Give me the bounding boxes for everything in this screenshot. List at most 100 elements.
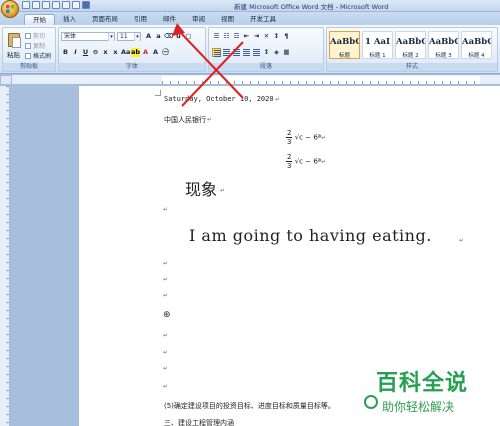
clipboard-group: 粘贴 剪切 复制 格式刷 剪贴板 <box>2 27 56 72</box>
underline-button[interactable]: U <box>81 48 90 57</box>
align-center-button[interactable] <box>222 48 231 57</box>
highlight-button[interactable]: ab <box>131 48 140 57</box>
ruler-toggle[interactable] <box>0 75 12 85</box>
char-border-icon[interactable]: ▢ <box>184 32 193 41</box>
watermark-logo-icon <box>364 395 378 409</box>
tab-view[interactable]: 视图 <box>213 14 242 25</box>
copy-icon <box>25 43 31 49</box>
watermark-subtitle: 助你轻松解决 <box>382 400 455 414</box>
paragraph-mark: ↵ <box>163 332 169 339</box>
paragraph-mark: ↵ <box>163 365 169 372</box>
office-logo-icon <box>6 5 14 13</box>
formula-1: 23 √c − 6ª↵ <box>286 129 327 146</box>
paste-button[interactable]: 粘贴 <box>7 49 20 59</box>
open-folder-icon[interactable] <box>52 1 60 9</box>
paragraph-mark: ↵ <box>163 206 169 213</box>
paste-icon[interactable] <box>8 33 21 48</box>
paragraph-mark: ↵ <box>163 349 169 356</box>
borders-button[interactable]: ▦ <box>282 48 291 57</box>
title-bar: 新建 Microsoft Office Word 文档 - Microsoft … <box>0 0 500 12</box>
decrease-indent-icon[interactable]: ⇤ <box>242 32 251 41</box>
paragraph-mark: ↵ <box>207 116 213 123</box>
numbering-icon[interactable]: ☷ <box>222 32 231 41</box>
bullets-icon[interactable]: ☰ <box>212 32 221 41</box>
tab-mailings[interactable]: 邮件 <box>155 14 184 25</box>
paragraph-group-label: 段落 <box>209 63 323 71</box>
brush-icon <box>25 53 31 59</box>
superscript-button[interactable]: x <box>111 48 120 57</box>
style-heading-1[interactable]: 1 AaI 标题 1 <box>362 31 393 59</box>
ribbon-tabs: 开始 插入 页面布局 引用 邮件 审阅 视图 开发工具 <box>0 12 500 25</box>
chevron-down-icon: ▾ <box>134 33 140 41</box>
multilevel-list-icon[interactable]: ☲ <box>232 32 241 41</box>
paragraph-group: ☰ ☷ ☲ ⇤ ⇥ ✕ ↕ ¶ ↕ ◈ ▦ 段落 <box>208 27 324 72</box>
scissors-icon <box>25 33 31 39</box>
increase-indent-icon[interactable]: ⇥ <box>252 32 261 41</box>
format-painter-button[interactable]: 格式刷 <box>25 51 51 60</box>
chinese-layout-icon[interactable]: ✕ <box>262 32 271 41</box>
tab-home[interactable]: 开始 <box>24 14 55 25</box>
font-group: 宋体 ▾ 11 ▾ A a ⌫ ü ▢ B I U ⊖ x x Aa ab A A … <box>58 27 206 72</box>
styles-group-label: 样式 <box>327 63 497 71</box>
copy-button[interactable]: 复制 <box>25 41 45 50</box>
shading-button[interactable]: ◈ <box>272 48 281 57</box>
style-title[interactable]: AaBbC 标题 <box>329 31 360 59</box>
tab-page-layout[interactable]: 页面布局 <box>84 14 126 25</box>
style-heading-3[interactable]: AaBbC 标题 3 <box>428 31 459 59</box>
chevron-down-icon: ▾ <box>108 33 114 41</box>
tab-review[interactable]: 审阅 <box>184 14 213 25</box>
strikethrough-button[interactable]: ⊖ <box>91 48 100 57</box>
undo-icon[interactable] <box>22 1 30 9</box>
tab-references[interactable]: 引用 <box>126 14 155 25</box>
sort-icon[interactable]: ↕ <box>272 32 281 41</box>
clear-format-icon[interactable]: ⌫ <box>164 32 173 41</box>
section-three-line: 三、建设工程管理内涵 <box>164 419 234 426</box>
italic-button[interactable]: I <box>71 48 80 57</box>
cut-button[interactable]: 剪切 <box>25 31 45 40</box>
align-right-button[interactable] <box>232 48 241 57</box>
tab-insert[interactable]: 插入 <box>55 14 84 25</box>
enclose-char-button[interactable]: ㊀ <box>161 48 170 57</box>
line-spacing-button[interactable]: ↕ <box>262 48 271 57</box>
horizontal-ruler[interactable] <box>12 75 500 85</box>
font-name-select[interactable]: 宋体 ▾ <box>61 32 115 41</box>
vertical-ruler[interactable] <box>0 86 10 426</box>
spellcheck-icon[interactable] <box>72 1 80 9</box>
watermark-title: 百科全说 <box>376 371 469 396</box>
font-size-select[interactable]: 11 ▾ <box>117 32 141 41</box>
char-shading-button[interactable]: A <box>151 48 160 57</box>
new-document-icon[interactable] <box>42 1 50 9</box>
office-button[interactable] <box>1 0 19 18</box>
paragraph-mark: ↵ <box>163 292 169 299</box>
show-marks-icon[interactable]: ¶ <box>282 32 291 41</box>
bold-button[interactable]: B <box>61 48 70 57</box>
clipboard-group-label: 剪贴板 <box>3 63 55 71</box>
subscript-button[interactable]: x <box>101 48 110 57</box>
shrink-font-icon[interactable]: a <box>154 32 163 41</box>
font-color-button[interactable]: A <box>141 48 150 57</box>
paragraph-mark: ↵ <box>220 187 226 194</box>
print-icon[interactable] <box>62 1 70 9</box>
quick-access-toolbar <box>22 1 90 11</box>
paragraph-mark: ↵ <box>275 96 281 103</box>
item-5-line: (5)确定建设项目的投资目标、进度目标和质量目标等。 <box>164 402 335 410</box>
style-heading-4[interactable]: AaBbC 标题 4 <box>461 31 492 59</box>
grow-font-icon[interactable]: A <box>144 32 153 41</box>
style-heading-2[interactable]: AaBbC 标题 2 <box>395 31 426 59</box>
tab-developer[interactable]: 开发工具 <box>242 14 284 25</box>
distributed-button[interactable] <box>252 48 261 57</box>
change-case-button[interactable]: Aa <box>121 48 130 57</box>
ribbon: 粘贴 剪切 复制 格式刷 剪贴板 宋体 ▾ 11 ▾ A a ⌫ ü ▢ B I U… <box>0 25 500 74</box>
window-title: 新建 Microsoft Office Word 文档 - Microsoft … <box>234 3 389 11</box>
styles-group: AaBbC 标题 1 AaI 标题 1 AaBbC 标题 2 AaBbC 标题 … <box>326 27 498 72</box>
phonetic-guide-icon[interactable]: ü <box>174 32 183 41</box>
justify-button[interactable] <box>242 48 251 57</box>
bank-line: 中国人民银行 <box>164 116 206 124</box>
redo-icon[interactable] <box>32 1 40 9</box>
save-icon[interactable] <box>82 1 90 9</box>
align-left-button[interactable] <box>212 48 221 57</box>
phenomenon-heading: 现象 <box>185 180 218 199</box>
crop-mark <box>155 90 161 96</box>
date-line: Saturday, October 10, 2020 <box>164 95 274 103</box>
paragraph-mark: ↵ <box>163 260 169 267</box>
